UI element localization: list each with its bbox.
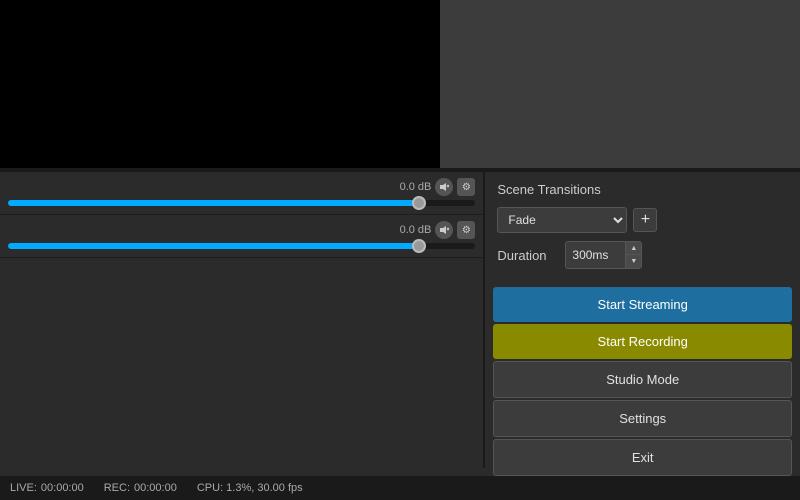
scene-transitions-title: Scene Transitions [497, 182, 788, 197]
duration-input[interactable] [565, 241, 625, 269]
rec-time: 00:00:00 [134, 482, 177, 494]
rec-label: REC: [104, 482, 130, 494]
start-streaming-button[interactable]: Start Streaming [493, 287, 792, 322]
channel-1-fader[interactable] [8, 200, 475, 206]
preview-panel [0, 0, 440, 168]
channel-1-settings-button[interactable]: ⚙ [457, 178, 475, 196]
audio-channel-2: 0.0 dB ⚙ [0, 215, 483, 258]
studio-mode-button[interactable]: Studio Mode [493, 361, 792, 398]
right-panel: Scene Transitions Fade Cut + Duration ▲ … [485, 172, 800, 468]
transition-row: Fade Cut + [497, 207, 788, 233]
channel-1-db-label: 0.0 dB [393, 181, 431, 193]
channel-2-mute-button[interactable] [435, 221, 453, 239]
cpu-status: CPU: 1.3%, 30.00 fps [197, 482, 303, 494]
scene-transitions-area: Scene Transitions Fade Cut + Duration ▲ … [485, 172, 800, 279]
control-buttons: Start Streaming Start Recording Studio M… [485, 279, 800, 484]
settings-button[interactable]: Settings [493, 400, 792, 437]
add-transition-button[interactable]: + [633, 208, 657, 232]
rec-status: REC: 00:00:00 [104, 482, 177, 494]
start-recording-button[interactable]: Start Recording [493, 324, 792, 359]
spinner-group: ▲ ▼ [625, 241, 642, 269]
right-top-panel [440, 0, 800, 168]
channel-1-mute-button[interactable] [435, 178, 453, 196]
duration-row: Duration ▲ ▼ [497, 241, 788, 269]
audio-mixer-panel: 0.0 dB ⚙ 0.0 dB [0, 172, 484, 468]
duration-up-button[interactable]: ▲ [626, 242, 641, 255]
live-status: LIVE: 00:00:00 [10, 482, 84, 494]
duration-label: Duration [497, 248, 557, 263]
status-bar: LIVE: 00:00:00 REC: 00:00:00 CPU: 1.3%, … [0, 476, 800, 500]
channel-2-fader[interactable] [8, 243, 475, 249]
channel-2-db-label: 0.0 dB [393, 224, 431, 236]
exit-button[interactable]: Exit [493, 439, 792, 476]
duration-spinbox: ▲ ▼ [565, 241, 642, 269]
transition-select[interactable]: Fade Cut [497, 207, 627, 233]
channel-2-settings-button[interactable]: ⚙ [457, 221, 475, 239]
cpu-label: CPU: 1.3%, 30.00 fps [197, 482, 303, 494]
audio-channel-1: 0.0 dB ⚙ [0, 172, 483, 215]
live-label: LIVE: [10, 482, 37, 494]
duration-down-button[interactable]: ▼ [626, 255, 641, 268]
live-time: 00:00:00 [41, 482, 84, 494]
